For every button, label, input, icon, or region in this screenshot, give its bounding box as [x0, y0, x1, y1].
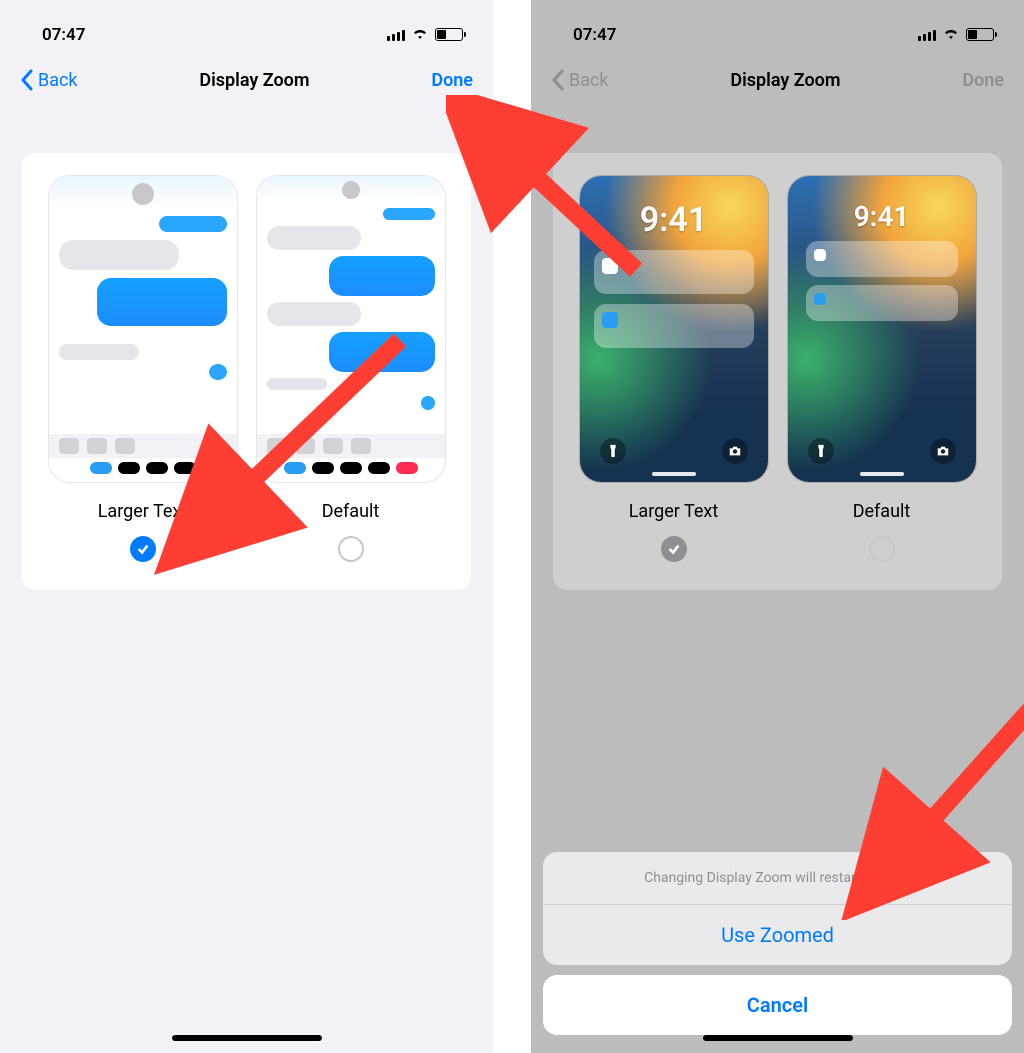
battery-icon — [966, 28, 994, 41]
nav-bar: Back Display Zoom Done — [0, 55, 493, 105]
option-larger-label: Larger Text — [629, 501, 719, 522]
avatar-icon — [132, 183, 154, 205]
wifi-icon — [411, 25, 429, 45]
cellular-icon — [387, 29, 405, 41]
preview-card: Larger Text — [22, 153, 471, 590]
cancel-button[interactable]: Cancel — [543, 975, 1012, 1035]
action-sheet: Changing Display Zoom will restart iPhon… — [543, 852, 1012, 1035]
preview-larger — [48, 175, 238, 483]
preview-default — [256, 175, 446, 483]
radio-checked-icon[interactable] — [130, 536, 156, 562]
status-bar: 07:47 — [0, 0, 493, 55]
flashlight-icon — [808, 438, 834, 464]
status-icons — [387, 25, 463, 45]
status-icons — [918, 25, 994, 45]
option-default-label: Default — [853, 501, 911, 522]
option-larger-text[interactable]: Larger Text — [48, 175, 238, 562]
radio-checked-icon — [661, 536, 687, 562]
flashlight-icon — [600, 438, 626, 464]
radio-unchecked-icon[interactable] — [338, 536, 364, 562]
left-screenshot: 07:47 Back Display Zoom Done — [0, 0, 493, 1053]
sheet-message: Changing Display Zoom will restart iPhon… — [543, 852, 1012, 905]
status-time: 07:47 — [42, 25, 85, 45]
done-button[interactable]: Done — [431, 70, 473, 91]
lock-time: 9:41 — [788, 176, 976, 233]
chevron-left-icon — [551, 69, 565, 91]
status-bar: 07:47 — [531, 0, 1024, 55]
option-larger-text: 9:41 Larger Text — [579, 175, 769, 562]
wifi-icon — [942, 25, 960, 45]
camera-icon — [722, 438, 748, 464]
back-label: Back — [569, 70, 609, 91]
right-screenshot: 07:47 Back Display Zoom Done — [531, 0, 1024, 1053]
home-indicator — [172, 1035, 322, 1041]
lock-time: 9:41 — [580, 176, 768, 240]
preview-card: 9:41 Larger Text — [553, 153, 1002, 590]
preview-larger-lockscreen: 9:41 — [579, 175, 769, 483]
radio-unchecked-icon — [869, 536, 895, 562]
option-default[interactable]: Default — [256, 175, 446, 562]
cellular-icon — [918, 29, 936, 41]
option-default: 9:41 Default — [787, 175, 977, 562]
home-indicator — [703, 1035, 853, 1041]
status-time: 07:47 — [573, 25, 616, 45]
nav-title: Display Zoom — [78, 70, 432, 91]
chevron-left-icon — [20, 69, 34, 91]
use-zoomed-button[interactable]: Use Zoomed — [543, 905, 1012, 965]
battery-icon — [435, 28, 463, 41]
back-button[interactable]: Back — [20, 69, 78, 91]
back-button: Back — [551, 69, 609, 91]
preview-default-lockscreen: 9:41 — [787, 175, 977, 483]
option-default-label: Default — [322, 501, 380, 522]
avatar-icon — [342, 181, 360, 199]
back-label: Back — [38, 70, 78, 91]
option-larger-label: Larger Text — [98, 501, 188, 522]
nav-title: Display Zoom — [609, 70, 963, 91]
done-button: Done — [962, 70, 1004, 91]
nav-bar: Back Display Zoom Done — [531, 55, 1024, 105]
camera-icon — [930, 438, 956, 464]
